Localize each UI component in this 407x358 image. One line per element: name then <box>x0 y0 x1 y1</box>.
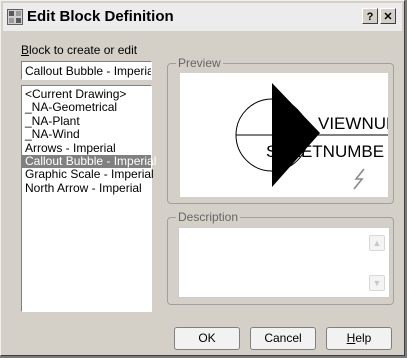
help-title-button[interactable]: ? <box>362 8 378 24</box>
block-list-item[interactable]: North Arrow - Imperial <box>22 181 151 195</box>
block-list-items: <Current Drawing> _NA-Geometrical _NA-Plan… <box>22 86 156 195</box>
block-list-item[interactable]: _NA-Wind <box>22 127 151 141</box>
scroll-down-icon[interactable]: ▼ <box>369 275 385 291</box>
block-list-item[interactable]: Callout Bubble - Imperial <box>22 154 156 169</box>
preview-label: Preview <box>176 56 223 70</box>
block-list-item[interactable]: <Current Drawing> <box>22 87 151 101</box>
description-scrollbar[interactable]: ▲ ▼ <box>369 230 387 295</box>
description-label: Description <box>176 210 241 224</box>
block-label-text: lock to create or edit <box>29 43 138 57</box>
dialog-title: Edit Block Definition <box>27 8 174 25</box>
close-title-button[interactable]: ✕ <box>380 8 396 24</box>
help-text: elp <box>355 331 372 345</box>
preview-sheet-number: SHEETNUMBE <box>266 142 384 161</box>
callout-bubble-preview: VIEWNUMBE SHEETNUMBE <box>235 83 407 190</box>
block-editor-icon <box>7 9 23 25</box>
help-button[interactable]: Help <box>326 327 392 350</box>
title-buttons: ? ✕ <box>362 8 398 26</box>
ok-button[interactable]: OK <box>174 327 240 350</box>
block-list-item[interactable]: _NA-Plant <box>22 114 151 128</box>
lightning-icon <box>353 168 365 190</box>
cancel-button[interactable]: Cancel <box>250 327 316 350</box>
block-label-mnemonic: B <box>21 43 30 57</box>
preview-pane: VIEWNUMBE SHEETNUMBE <box>180 73 407 197</box>
block-list-item[interactable]: Arrows - Imperial <box>22 141 151 155</box>
scroll-up-icon[interactable]: ▲ <box>369 235 385 251</box>
description-field[interactable]: ▲ ▼ <box>178 227 390 298</box>
preview-view-number: VIEWNUMBE <box>318 114 388 133</box>
edit-block-definition-dialog: Edit Block Definition ? ✕ Block to creat… <box>0 0 407 356</box>
block-label: Block to create or edit <box>21 43 137 57</box>
block-list[interactable]: <Current Drawing> _NA-Geometrical _NA-Plan… <box>21 85 156 312</box>
block-list-item[interactable]: Graphic Scale - Imperial <box>22 168 154 182</box>
block-list-item[interactable]: _NA-Geometrical <box>22 100 151 114</box>
title-bar[interactable]: Edit Block Definition ? ✕ <box>3 3 402 31</box>
block-name-input[interactable]: Callout Bubble - Imperial <box>21 61 152 80</box>
